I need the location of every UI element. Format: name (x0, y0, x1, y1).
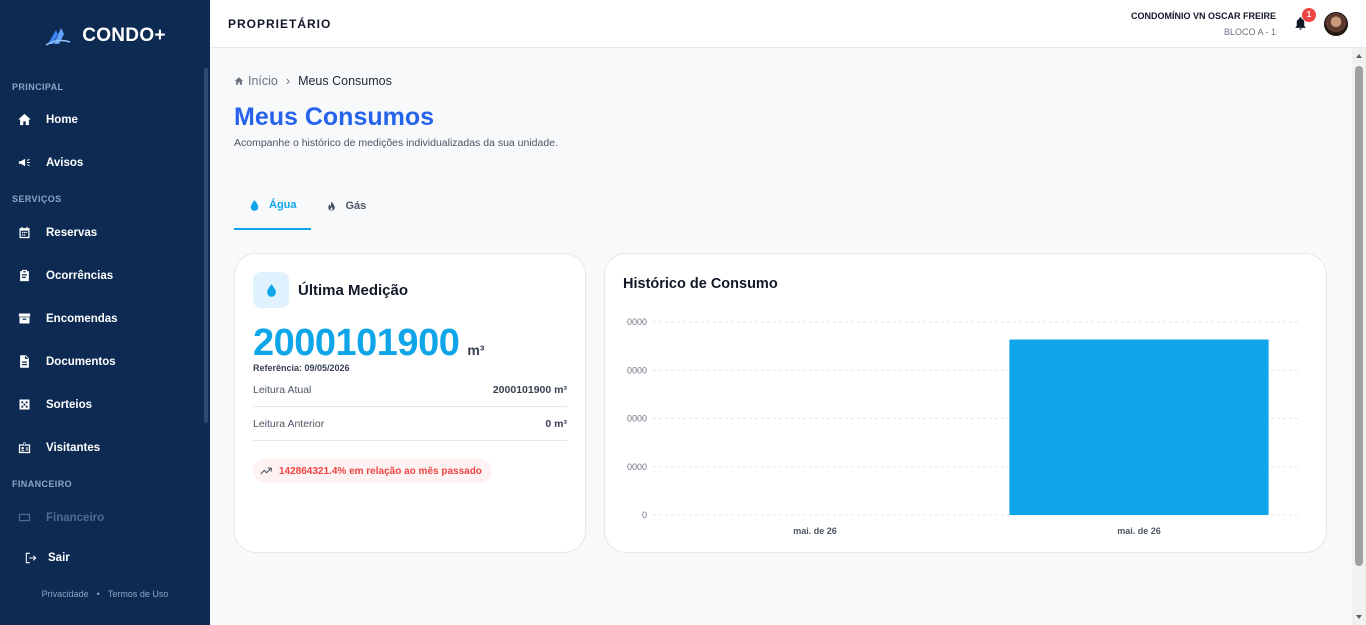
x-tick-label: mai. de 26 (793, 526, 837, 536)
section-label-financeiro: FINANCEIRO (12, 479, 72, 489)
y-tick-label: 0 (642, 510, 647, 520)
logout-button[interactable]: Sair (0, 543, 210, 573)
visitor-badge-icon (18, 442, 31, 454)
dice-icon (19, 399, 30, 410)
sidebar-item-reservas[interactable]: Reservas (0, 211, 210, 254)
user-role: PROPRIETÁRIO (228, 16, 332, 31)
sidebar-item-label: Encomendas (46, 312, 118, 325)
sidebar-item-label: Sorteios (46, 398, 93, 411)
main-scrollbar-thumb[interactable] (1355, 66, 1363, 566)
calendar-icon (19, 226, 30, 239)
sidebar-item-label: Home (46, 113, 78, 126)
row-value: 0 m³ (545, 417, 567, 430)
section-label-principal: PRINCIPAL (12, 82, 64, 92)
scroll-down-arrow-icon[interactable] (1356, 615, 1362, 619)
home-icon (18, 113, 31, 126)
reading-row-current: Leitura Atual 2000101900 m³ (253, 373, 567, 407)
sidebar-nav: PRINCIPAL Home Avisos SERVIÇOS Reservas … (0, 72, 210, 535)
section-label-servicos: SERVIÇOS (12, 194, 62, 204)
row-label: Leitura Atual (253, 383, 312, 396)
megaphone-icon (18, 158, 30, 167)
breadcrumb: Início › Meus Consumos (234, 74, 392, 88)
water-drop-icon (250, 199, 259, 211)
home-icon (234, 77, 244, 85)
top-bar: PROPRIETÁRIO CONDOMÍNIO VN OSCAR FREIRE … (210, 0, 1366, 48)
condo-selector[interactable]: CONDOMÍNIO VN OSCAR FREIRE BLOCO A - 1 (1131, 11, 1276, 37)
flame-icon (327, 200, 335, 211)
condo-block: BLOCO A - 1 (1223, 26, 1276, 37)
package-icon (18, 313, 31, 324)
card-title: Última Medição (298, 281, 409, 299)
condo-name: CONDOMÍNIO VN OSCAR FREIRE (1130, 10, 1276, 21)
avatar[interactable] (1324, 11, 1348, 36)
page-title: Meus Consumos (234, 103, 435, 131)
breadcrumb-current: Meus Consumos (298, 74, 392, 88)
sidebar-item-label: Reservas (46, 226, 98, 239)
change-text: 142864321.4% em relação ao mês passado (279, 465, 482, 477)
breadcrumb-home-label: Início (248, 74, 278, 88)
reading-unit: m³ (467, 342, 485, 358)
tab-gas[interactable]: Gás (311, 182, 381, 230)
consumption-chart: 00000000000000000mai. de 26 mai. de 26 (627, 317, 1301, 536)
sidebar-item-financeiro[interactable]: Financeiro (0, 496, 210, 535)
logout-label: Sair (48, 552, 70, 564)
sidebar-footer: Sair Privacidade • Termos de Uso (0, 535, 210, 625)
brand[interactable]: CONDO+ (0, 0, 210, 72)
scroll-up-arrow-icon[interactable] (1356, 54, 1362, 58)
sidebar-item-encomendas[interactable]: Encomendas (0, 297, 210, 340)
reading-value: 2000101900 (253, 322, 460, 364)
sidebar-item-sorteios[interactable]: Sorteios (0, 383, 210, 426)
footer-links: Privacidade • Termos de Uso (0, 589, 210, 599)
y-tick-label: 0000 (627, 317, 647, 327)
privacy-link[interactable]: Privacidade (42, 589, 89, 599)
last-reading-card: Última Medição 2000101900 m³ Referência:… (234, 253, 586, 553)
clipboard-icon (20, 269, 29, 282)
y-tick-label: 0000 (627, 365, 647, 375)
tab-label: Gás (345, 200, 367, 212)
row-value: 2000101900 m³ (492, 383, 567, 396)
y-tick-label: 0000 (627, 414, 647, 424)
y-tick-label: 0000 (627, 462, 647, 472)
x-tick-label: mai. de 26 (1117, 526, 1161, 536)
top-bar-right: CONDOMÍNIO VN OSCAR FREIRE BLOCO A - 1 1 (1131, 7, 1348, 37)
brand-logo-icon (45, 28, 71, 46)
sidebar-item-home[interactable]: Home (0, 98, 210, 141)
sidebar-item-visitantes[interactable]: Visitantes (0, 426, 210, 469)
sidebar-item-avisos[interactable]: Avisos (0, 141, 210, 184)
sidebar-item-label: Avisos (46, 156, 84, 169)
terms-link[interactable]: Termos de Uso (108, 589, 169, 599)
breadcrumb-separator: › (285, 74, 291, 88)
trending-up-icon (260, 467, 272, 475)
sidebar: CONDO+ PRINCIPAL Home Avisos SERVIÇOS Re… (0, 0, 210, 625)
sidebar-item-label: Ocorrências (46, 269, 114, 282)
row-label: Leitura Anterior (253, 417, 325, 430)
change-badge: 142864321.4% em relação ao mês passado (253, 459, 492, 483)
notifications-button[interactable]: 1 (1290, 7, 1316, 34)
brand-name: CONDO+ (82, 25, 166, 46)
sidebar-item-label: Documentos (46, 355, 116, 368)
sidebar-item-label: Visitantes (46, 441, 101, 454)
tab-agua[interactable]: Água (234, 182, 311, 230)
breadcrumb-home[interactable]: Início (234, 74, 278, 88)
document-icon (20, 355, 29, 368)
sidebar-item-documentos[interactable]: Documentos (0, 340, 210, 383)
water-drop-icon (253, 272, 289, 308)
finance-icon (18, 513, 31, 522)
sidebar-item-label: Financeiro (46, 511, 105, 524)
logout-icon (25, 552, 37, 564)
page-subtitle: Acompanhe o histórico de medições indivi… (234, 137, 558, 149)
consumption-tabs: Água Gás (234, 182, 380, 230)
footer-separator: • (96, 589, 100, 599)
chart-bar[interactable] (1009, 339, 1269, 515)
reading-row-previous: Leitura Anterior 0 m³ (253, 407, 567, 441)
notification-badge: 1 (1302, 7, 1316, 22)
sidebar-item-ocorrencias[interactable]: Ocorrências (0, 254, 210, 297)
consumption-history-card: Histórico de Consumo 0 0000 0000 0000 0000 ma… (604, 253, 1327, 553)
tab-label: Água (269, 199, 297, 211)
